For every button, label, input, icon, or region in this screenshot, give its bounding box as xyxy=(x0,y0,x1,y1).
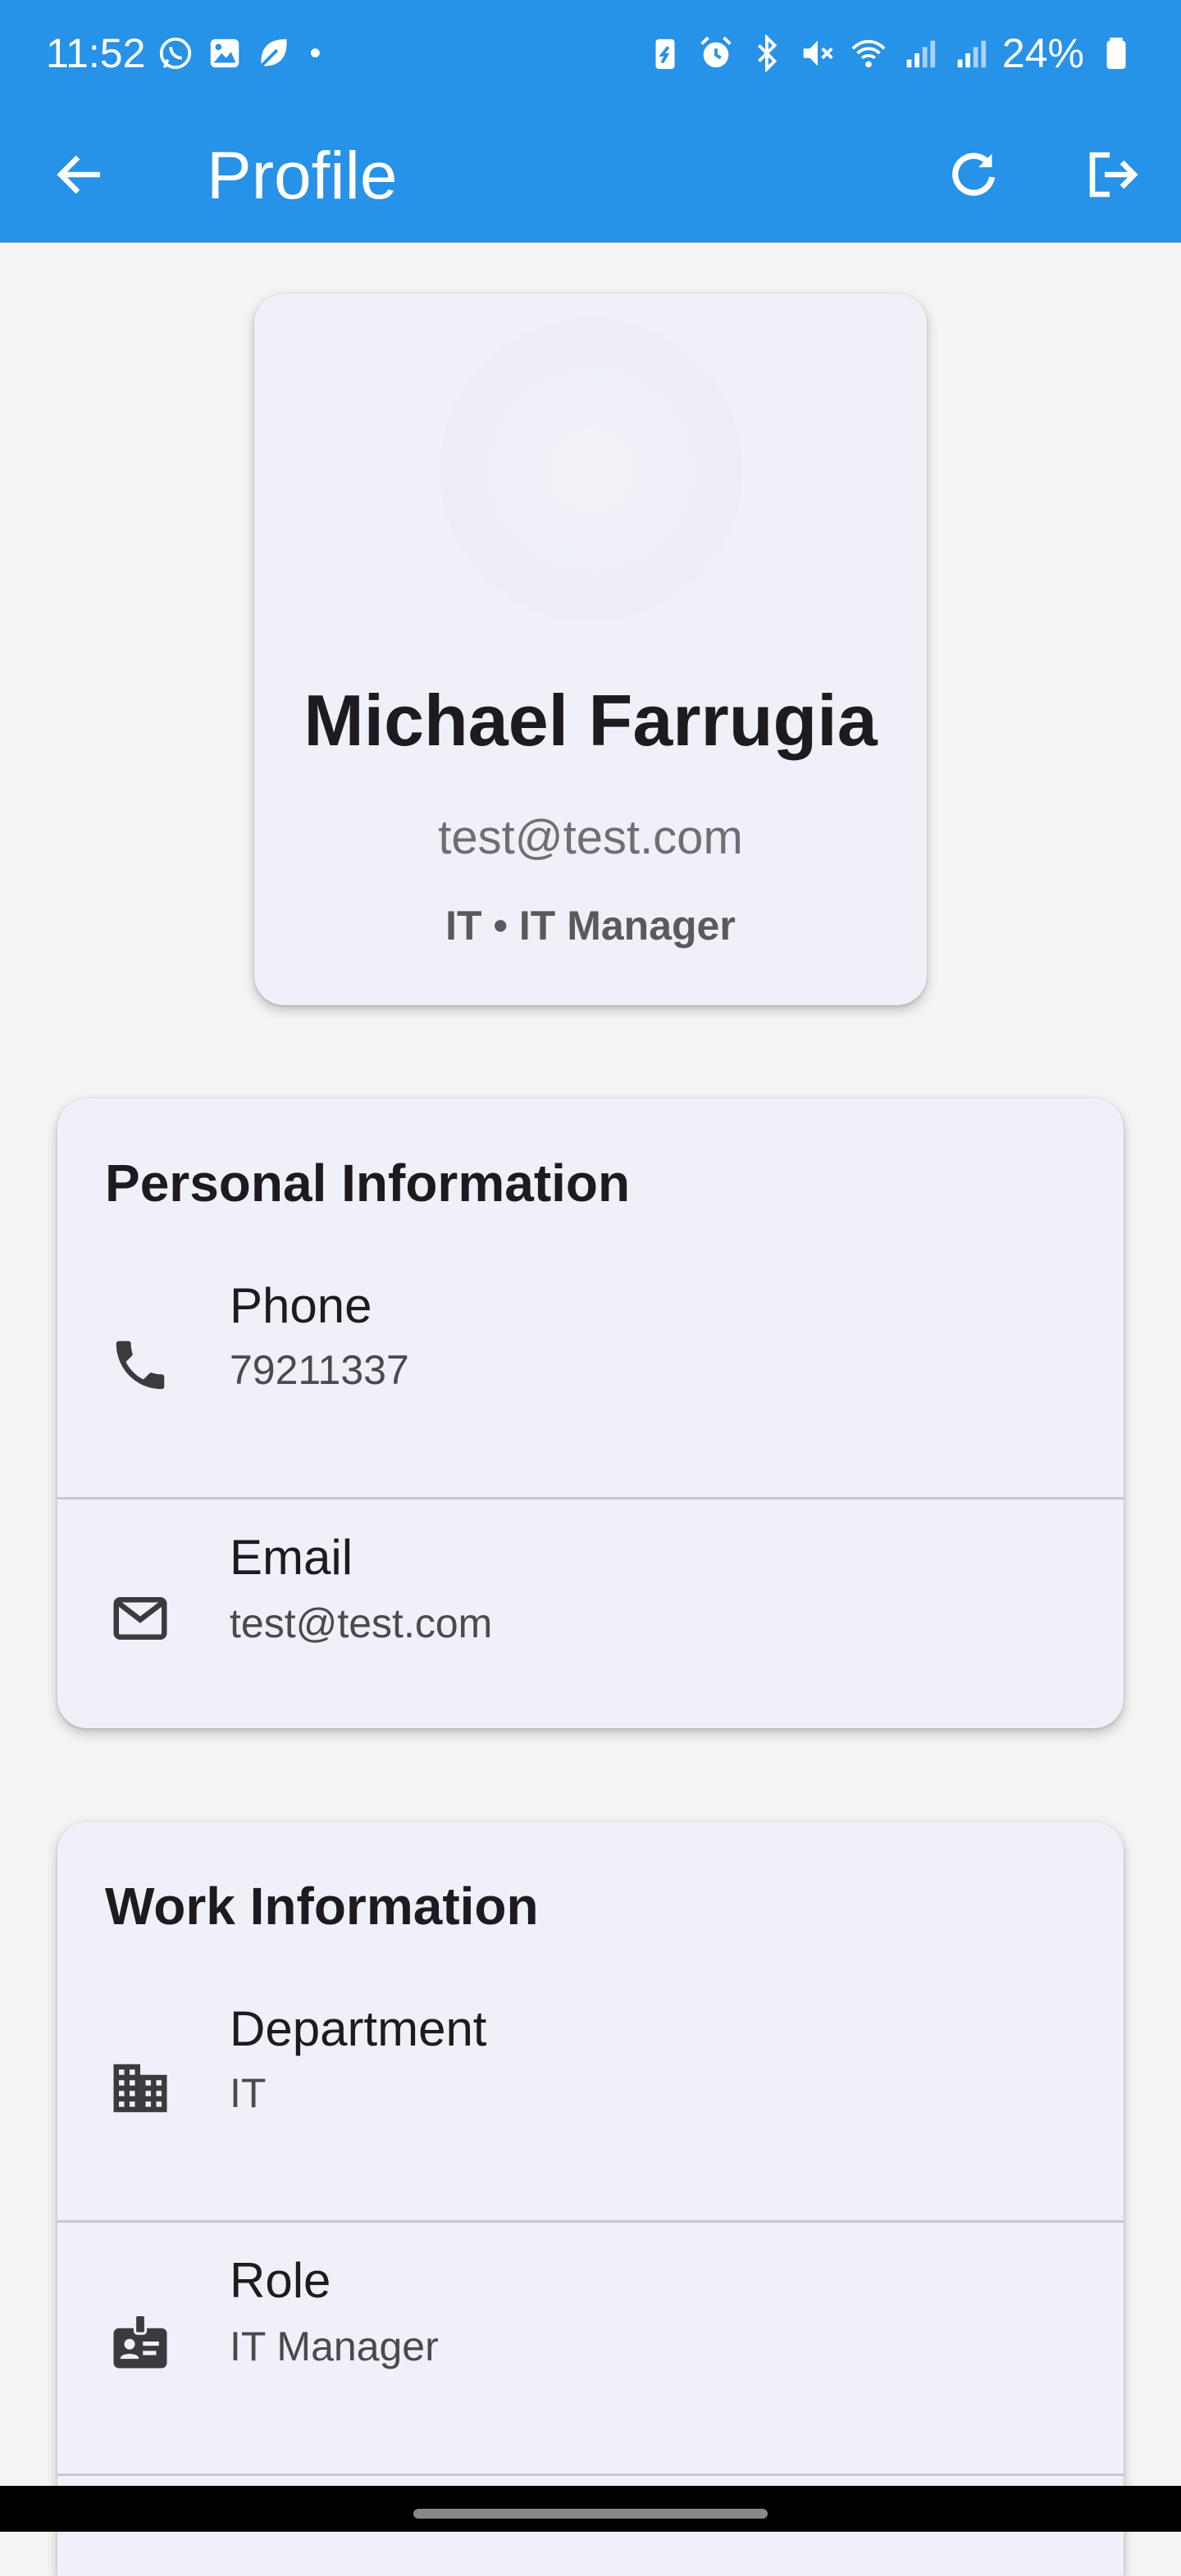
bluetooth-icon xyxy=(748,34,786,72)
list-item-email[interactable]: Email test@test.com xyxy=(57,1500,1124,1728)
list-item-department[interactable]: Department IT xyxy=(57,1966,1124,2212)
list-item-phone[interactable]: Phone 79211337 xyxy=(57,1243,1124,1489)
profile-card: Michael Farrugia test@test.com IT • IT M… xyxy=(254,294,927,1005)
list-item-role[interactable]: Role IT Manager xyxy=(57,2223,1124,2469)
work-information-card: Work Information Department IT Role IT M xyxy=(57,1822,1124,2576)
avatar xyxy=(440,318,743,621)
battery-percent: 24% xyxy=(1001,30,1084,76)
top-app-region: 11:52 • 24% Profile xyxy=(0,0,1181,243)
home-gesture-handle[interactable] xyxy=(413,2509,768,2519)
dot-icon: • xyxy=(309,34,321,71)
list-item-label: Phone xyxy=(230,1278,372,1333)
leaf-icon xyxy=(255,34,293,72)
divider xyxy=(57,2474,1124,2476)
list-item-value: IT Manager xyxy=(230,2323,439,2369)
section-title-personal: Personal Information xyxy=(105,1154,631,1213)
list-item-value: 79211337 xyxy=(230,1347,409,1393)
phone-icon xyxy=(108,1333,172,1397)
whatsapp-icon xyxy=(157,34,194,72)
system-navigation-bar xyxy=(0,2486,1181,2532)
logout-button[interactable] xyxy=(1063,125,1161,224)
status-time: 11:52 xyxy=(46,30,146,76)
section-title-work: Work Information xyxy=(105,1877,539,1936)
back-icon xyxy=(57,155,100,194)
battery-icon xyxy=(1097,34,1135,72)
signal-icon xyxy=(901,34,938,72)
list-item-label: Department xyxy=(230,2001,487,2056)
profile-subtitle: IT • IT Manager xyxy=(445,903,736,949)
battery-saver-icon xyxy=(646,34,684,72)
status-bar: 11:52 • 24% xyxy=(0,0,1181,107)
alarm-icon xyxy=(697,34,735,72)
back-button[interactable] xyxy=(31,125,130,224)
gallery-icon xyxy=(206,34,244,72)
profile-email: test@test.com xyxy=(438,811,743,864)
list-item-value: test@test.com xyxy=(230,1600,493,1646)
refresh-icon xyxy=(952,152,996,196)
signal-icon xyxy=(951,34,989,72)
list-item-label: Role xyxy=(230,2253,331,2308)
mail-icon xyxy=(108,1586,172,1650)
profile-name: Michael Farrugia xyxy=(303,680,878,761)
app-bar: Profile xyxy=(0,107,1181,243)
personal-information-card: Personal Information Phone 79211337 Emai… xyxy=(57,1099,1124,1728)
building-icon xyxy=(108,2056,172,2120)
mute-icon xyxy=(799,34,837,72)
wifi-icon xyxy=(850,34,887,72)
list-item-label: Email xyxy=(230,1530,353,1585)
badge-icon xyxy=(108,2310,172,2373)
list-item-value: IT xyxy=(230,2070,267,2116)
logout-icon xyxy=(1089,152,1138,198)
refresh-button[interactable] xyxy=(924,125,1023,224)
page-title: Profile xyxy=(207,139,398,213)
